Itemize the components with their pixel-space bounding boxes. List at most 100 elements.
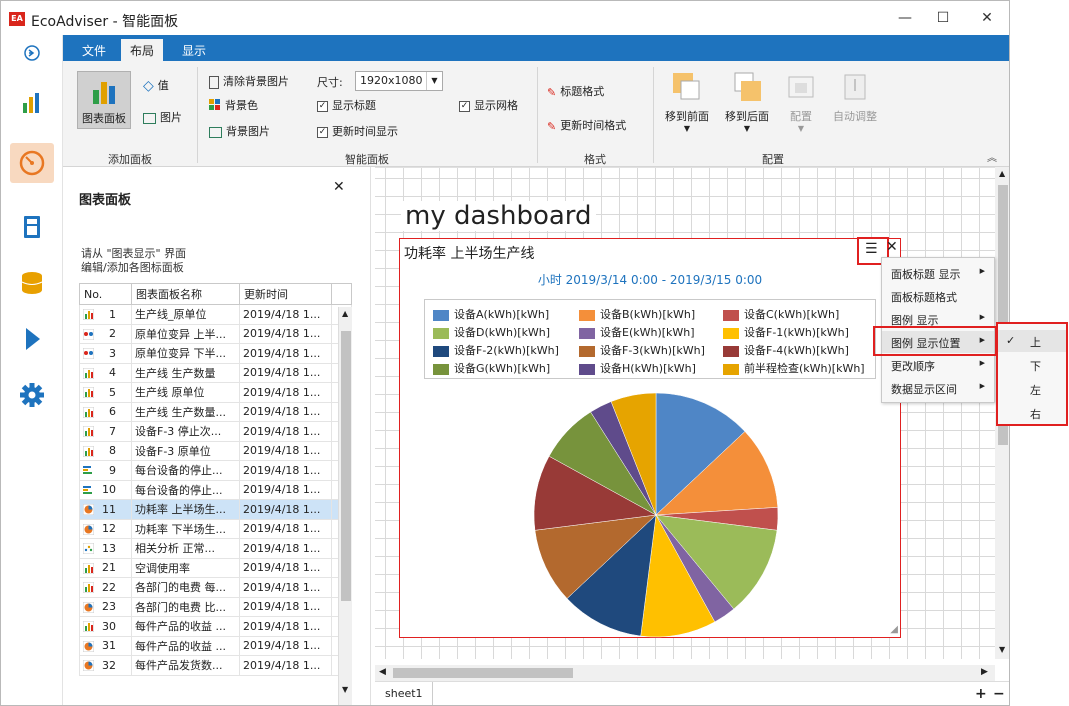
value-button[interactable]: ◇ 值	[143, 77, 169, 94]
table-row[interactable]: 7 设备F-3 停止次... 2019/4/18 1...	[79, 421, 352, 442]
table-row[interactable]: 8 设备F-3 原单位 2019/4/18 1...	[79, 440, 352, 461]
table-row[interactable]: 30 每件产品的收益 ... 2019/4/18 1...	[79, 616, 352, 637]
submenu-arrow-icon: ▶	[979, 359, 985, 367]
scrollbar-thumb[interactable]	[341, 331, 351, 601]
tab-layout[interactable]: 布局	[121, 39, 164, 61]
table-row[interactable]: 13 相关分析 正常... 2019/4/18 1...	[79, 538, 352, 559]
tab-file[interactable]: 文件	[73, 39, 115, 61]
bring-front-label: 移到前面	[665, 110, 709, 123]
submenu-item[interactable]: 下	[998, 354, 1066, 376]
legend-swatch	[433, 345, 449, 357]
table-row[interactable]: 21 空调使用率 2019/4/18 1...	[79, 557, 352, 578]
legend-swatch	[723, 309, 739, 321]
sheet-tab[interactable]: sheet1	[375, 682, 433, 705]
maximize-icon[interactable]: ☐	[933, 9, 953, 27]
value-label: 值	[157, 79, 169, 92]
dashboard-nav-icon[interactable]	[10, 143, 54, 183]
column-header-name[interactable]: 图表面板名称	[131, 283, 240, 305]
dropdown-caret-icon: ▼	[743, 124, 751, 133]
scroll-up-icon[interactable]: ▲	[999, 169, 1005, 178]
minimize-icon[interactable]: —	[895, 9, 915, 27]
auto-adjust-button[interactable]: 自动调整	[827, 71, 883, 145]
table-row[interactable]: 9 每台设备的停止... 2019/4/18 1...	[79, 460, 352, 481]
table-row[interactable]: 5 生产线 原单位 2019/4/18 1...	[79, 382, 352, 403]
layout-button[interactable]: 配置 ▼	[779, 71, 823, 145]
scrollbar-thumb[interactable]	[393, 668, 573, 678]
expand-arrow-icon[interactable]	[16, 43, 48, 75]
table-row[interactable]: 10 每台设备的停止... 2019/4/18 1...	[79, 479, 352, 500]
submenu-item[interactable]: 右	[998, 402, 1066, 424]
settings-gear-icon[interactable]	[16, 379, 48, 411]
row-name-cell: 每件产品的收益 ...	[131, 616, 240, 637]
table-row[interactable]: 2 原单位变异 上半... 2019/4/18 1...	[79, 323, 352, 344]
table-row[interactable]: 4 生产线 生产数量 2019/4/18 1...	[79, 362, 352, 383]
chart-panel[interactable]: 功耗率 上半场生产线 小时 2019/3/14 0:00 - 2019/3/15…	[399, 238, 901, 638]
bar-chart-nav-icon[interactable]	[16, 87, 48, 119]
image-button[interactable]: 图片	[143, 109, 182, 125]
context-menu-item[interactable]: 数据显示区间 ▶	[882, 377, 994, 399]
clear-bg-image-label: 清除背景图片	[223, 75, 289, 88]
column-header-no[interactable]: No.	[79, 283, 132, 305]
table-row[interactable]: 12 功耗率 下半场生... 2019/4/18 1...	[79, 518, 352, 539]
bg-image-button[interactable]: 背景图片	[209, 123, 270, 139]
update-time-checkbox[interactable]: ✓ 更新时间显示	[317, 123, 398, 139]
column-header-time[interactable]: 更新时间	[239, 283, 332, 305]
legend-entry: 设备F-3(kWh)[kWh]	[579, 342, 705, 358]
ribbon-separator	[537, 67, 538, 163]
scroll-down-icon[interactable]: ▼	[999, 645, 1005, 654]
close-icon[interactable]: ✕	[886, 239, 898, 255]
list-menu-icon[interactable]: ☰	[865, 241, 878, 257]
calculator-nav-icon[interactable]	[16, 211, 48, 243]
collapse-ribbon-icon[interactable]: ︽	[987, 149, 997, 164]
context-menu-item[interactable]: 更改顺序 ▶	[882, 354, 994, 376]
table-row[interactable]: 1 生产线_原单位 2019/4/18 1...	[79, 304, 352, 325]
legend-entry: 设备F-1(kWh)[kWh]	[723, 324, 849, 340]
context-menu-item[interactable]: 面板标题格式	[882, 285, 994, 307]
table-row[interactable]: 23 各部门的电费 比... 2019/4/18 1...	[79, 596, 352, 617]
context-menu-item[interactable]: 面板标题 显示 ▶	[882, 262, 994, 284]
add-sheet-icon[interactable]: +	[975, 686, 987, 702]
color-grid-icon	[209, 98, 221, 114]
table-row[interactable]: 11 功耗率 上半场生... 2019/4/18 1...	[79, 499, 352, 520]
remove-sheet-icon[interactable]: −	[993, 686, 1005, 702]
resize-grip-icon[interactable]: ◢	[890, 624, 898, 635]
show-title-checkbox[interactable]: ✓ 显示标题	[317, 97, 376, 113]
submenu-item[interactable]: 左	[998, 378, 1066, 400]
table-row[interactable]: 32 每件产品发货数... 2019/4/18 1...	[79, 655, 352, 676]
bg-color-button[interactable]: 背景色	[209, 97, 258, 114]
legend-entry: 设备H(kWh)[kWh]	[579, 360, 696, 376]
row-no: 32	[102, 658, 116, 672]
scroll-right-icon[interactable]: ▶	[981, 667, 988, 677]
scroll-left-icon[interactable]: ◀	[379, 667, 386, 677]
table-row[interactable]: 3 原单位变异 下半... 2019/4/18 1...	[79, 343, 352, 364]
scroll-up-icon[interactable]: ▲	[342, 309, 348, 318]
scatter-chart-icon	[82, 542, 95, 555]
close-icon[interactable]: ✕	[977, 9, 997, 27]
title-format-button[interactable]: ✎ 标题格式	[547, 83, 604, 99]
submenu-item[interactable]: ✓ 上	[998, 330, 1066, 352]
legend-label: 设备E(kWh)[kWh]	[600, 326, 695, 339]
send-back-button[interactable]: 移到后面 ▼	[719, 71, 775, 145]
table-row[interactable]: 6 生产线 生产数量... 2019/4/18 1...	[79, 401, 352, 422]
clear-bg-image-button[interactable]: 清除背景图片	[209, 73, 289, 89]
app-logo-icon: EA	[9, 12, 25, 26]
arrange-group-label: 配置	[762, 153, 784, 166]
chart-panel-button[interactable]: 图表面板	[77, 71, 131, 129]
row-no: 10	[102, 483, 116, 497]
list-scrollbar[interactable]: ▲ ▼	[338, 307, 352, 705]
tab-display[interactable]: 显示	[173, 39, 215, 61]
scroll-down-icon[interactable]: ▼	[342, 685, 348, 694]
legend-label: 设备B(kWh)[kWh]	[600, 308, 696, 321]
row-time-cell: 2019/4/18 1...	[239, 499, 332, 520]
size-dropdown[interactable]: 1920x1080 ▼	[355, 71, 443, 91]
close-icon[interactable]: ✕	[333, 179, 345, 195]
play-nav-icon[interactable]	[16, 323, 48, 355]
bring-front-button[interactable]: 移到前面 ▼	[659, 71, 715, 145]
update-time-format-button[interactable]: ✎ 更新时间格式	[547, 117, 626, 133]
show-grid-checkbox[interactable]: ✓ 显示网格	[459, 97, 518, 113]
canvas-horizontal-scrollbar[interactable]: ◀ ▶	[375, 665, 995, 681]
dashboard-title[interactable]: my dashboard	[401, 201, 596, 231]
database-nav-icon[interactable]	[16, 267, 48, 299]
table-row[interactable]: 22 各部门的电费 每... 2019/4/18 1...	[79, 577, 352, 598]
table-row[interactable]: 31 每件产品的收益 ... 2019/4/18 1...	[79, 635, 352, 656]
